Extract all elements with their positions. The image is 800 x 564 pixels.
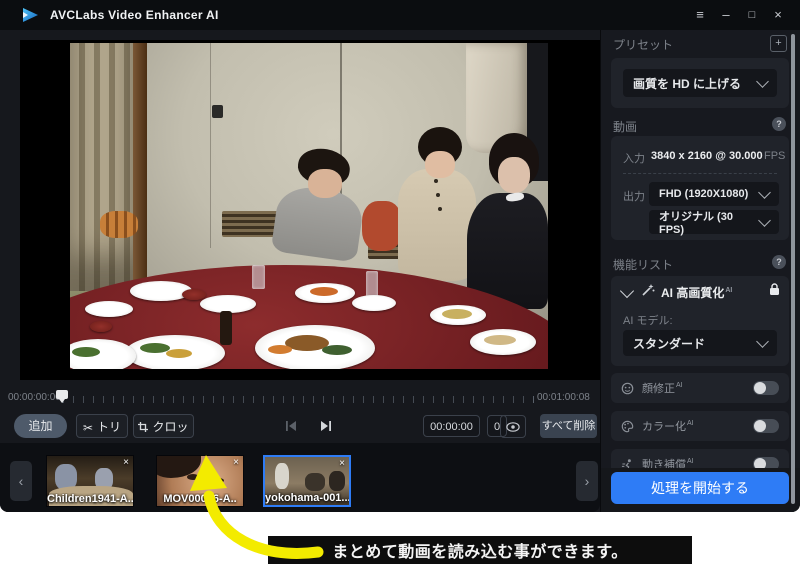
clip-item-yokohama-selected[interactable]: × yokohama-001... (263, 455, 351, 507)
lock-icon (769, 283, 780, 296)
maximize-icon[interactable]: □ (742, 5, 762, 25)
chevron-down-icon (756, 75, 769, 88)
ai-superscript: AI (687, 420, 694, 427)
clips-next-button[interactable]: › (576, 461, 598, 501)
delete-all-button[interactable]: すべて削除 (540, 414, 597, 438)
magic-wand-icon (641, 283, 655, 297)
skip-back-icon[interactable] (284, 419, 298, 433)
features-section-title: 機能リスト (613, 256, 673, 273)
divider (623, 173, 777, 174)
preset-value: 画質を HD に上げる (633, 75, 741, 92)
menu-icon[interactable]: ≡ (690, 5, 710, 25)
feature-label: カラー化AI (642, 418, 694, 434)
title-bar: AVCLabs Video Enhancer AI ≡ – □ × (0, 0, 800, 30)
video-info-panel: 入力 3840 x 2160 @ 30.000 FPS 出力 FHD (1920… (611, 136, 789, 240)
face-restore-toggle[interactable] (753, 381, 779, 395)
preview-eye-button[interactable] (500, 415, 526, 438)
ai-model-value: スタンダード (633, 335, 705, 352)
scissors-icon: ✂ (83, 416, 93, 440)
features-help-icon[interactable]: ? (772, 255, 786, 269)
annotation-text: まとめて動画を読み込む事ができます。 (332, 538, 627, 562)
current-time-field[interactable]: 00:00:00 (423, 415, 480, 437)
start-processing-button[interactable]: 処理を開始する (611, 472, 789, 504)
ai-superscript: AI (687, 458, 694, 465)
input-fps-unit: FPS (764, 150, 785, 162)
output-resolution-dropdown[interactable]: FHD (1920X1080) (649, 182, 779, 206)
timeline-start-time: 00:00:00:00 (8, 392, 61, 403)
palette-icon (621, 420, 634, 433)
window-controls: ≡ – □ × (690, 5, 788, 25)
preset-section-title: プリセット (613, 36, 673, 53)
feature-row-colorize: カラー化AI (611, 411, 789, 441)
skip-forward-icon[interactable] (319, 419, 333, 433)
output-fps-dropdown[interactable]: オリジナル (30 FPS) (649, 210, 779, 234)
preset-dropdown[interactable]: 画質を HD に上げる (623, 69, 777, 97)
chevron-down-icon (758, 186, 771, 199)
timeline-end-time: 00:01:00:08 (537, 392, 590, 403)
clip-item-children1941[interactable]: × Children1941-A.. (46, 455, 134, 507)
clip-name: Children1941-A.. (47, 493, 133, 505)
timeline-playhead[interactable] (56, 390, 68, 399)
input-resolution-value: 3840 x 2160 @ 30.000 (651, 150, 763, 162)
clip-close-icon[interactable]: × (233, 457, 239, 468)
video-section-title: 動画 (613, 118, 637, 135)
ai-enhance-panel: AI 高画質化AI AI モデル: スタンダード (611, 276, 789, 366)
crop-icon (138, 422, 148, 432)
clip-name: yokohama-001... (265, 492, 349, 504)
annotation-bar: まとめて動画を読み込む事ができます。 (268, 536, 692, 564)
video-help-icon[interactable]: ? (772, 117, 786, 131)
output-label: 出力 (623, 188, 645, 204)
input-label: 入力 (623, 150, 645, 166)
app-title: AVCLabs Video Enhancer AI (50, 8, 219, 22)
app-logo-icon (22, 7, 39, 23)
timeline-ruler[interactable] (62, 396, 534, 403)
clip-close-icon[interactable]: × (123, 457, 129, 468)
ai-model-label: AI モデル: (623, 312, 673, 328)
clip-close-icon[interactable]: × (339, 458, 345, 469)
ai-superscript: AI (725, 287, 732, 294)
feature-row-face-restore: 顔修正AI (611, 373, 789, 403)
chevron-down-icon (758, 214, 771, 227)
crop-button[interactable]: クロップ (133, 414, 194, 438)
preset-panel: 画質を HD に上げる (611, 58, 789, 108)
video-preview-container (20, 40, 600, 380)
settings-sidebar: プリセット + 画質を HD に上げる 動画 ? 入力 3840 x 2160 … (600, 30, 800, 512)
clip-strip: ‹ × Children1941-A.. × MOV00066-A.. × yo… (0, 443, 600, 512)
clip-item-mov00066[interactable]: × MOV00066-A.. (156, 455, 244, 507)
minimize-icon[interactable]: – (716, 5, 736, 25)
ai-model-dropdown[interactable]: スタンダード (623, 330, 777, 356)
collapse-chevron-icon[interactable] (620, 284, 634, 298)
colorize-toggle[interactable] (753, 419, 779, 433)
face-icon (621, 382, 634, 395)
chevron-down-icon (756, 335, 769, 348)
feature-label: 顔修正AI (642, 380, 683, 396)
add-preset-button[interactable]: + (770, 35, 787, 52)
ai-enhance-label: AI 高画質化AI (661, 284, 732, 301)
close-icon[interactable]: × (768, 5, 788, 25)
clips-prev-button[interactable]: ‹ (10, 461, 32, 501)
output-resolution-value: FHD (1920X1080) (659, 188, 748, 200)
start-button-area: 処理を開始する (601, 468, 800, 512)
add-button[interactable]: 追加 (14, 414, 67, 438)
output-fps-value: オリジナル (30 FPS) (659, 208, 760, 236)
ai-superscript: AI (676, 382, 683, 389)
trim-button[interactable]: ✂トリム (76, 414, 128, 438)
clip-name: MOV00066-A.. (157, 493, 243, 505)
video-frame (70, 43, 548, 369)
toggle-knob (754, 420, 766, 432)
toggle-knob (754, 382, 766, 394)
app-window: AVCLabs Video Enhancer AI ≡ – □ × (0, 0, 800, 512)
sidebar-scrollbar[interactable] (791, 34, 795, 504)
